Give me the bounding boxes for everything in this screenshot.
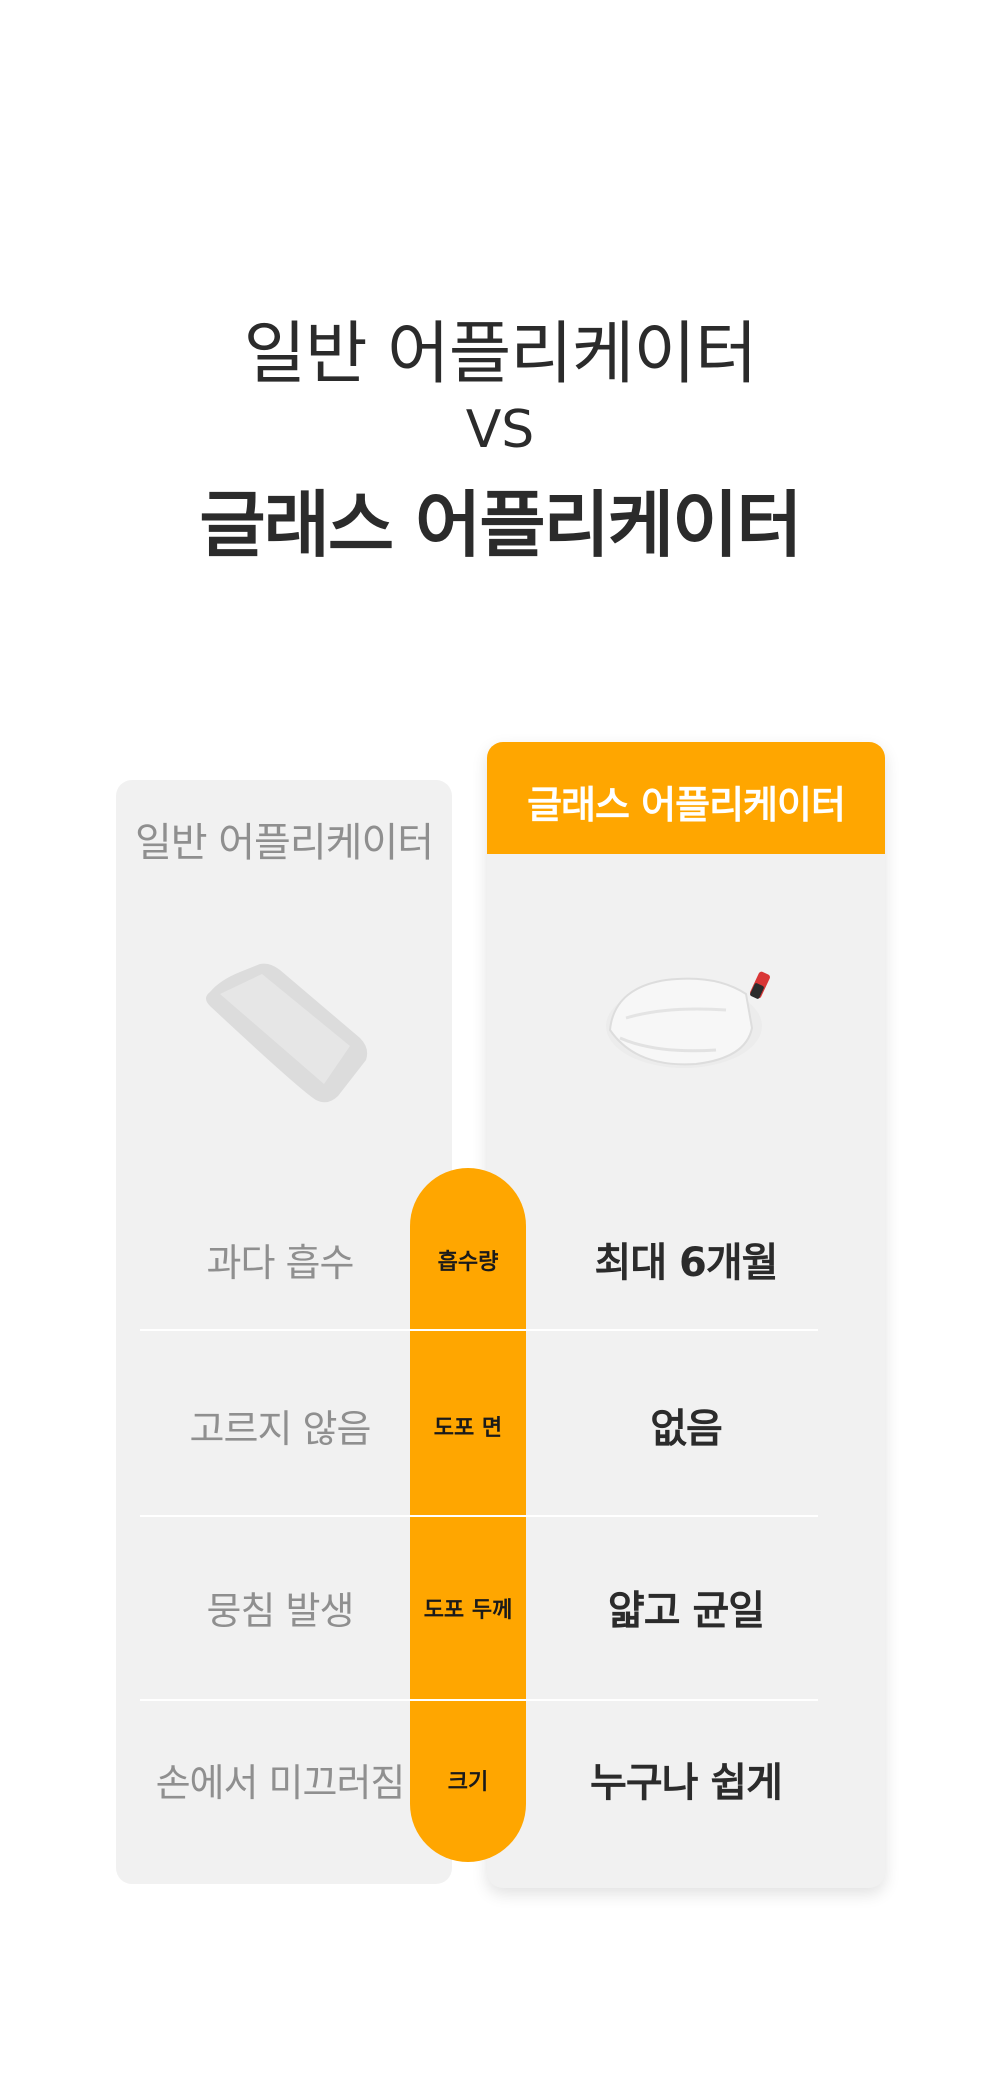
glass-applicator-card xyxy=(487,742,885,1888)
heading-line1: 일반 어플리케이터 xyxy=(243,315,757,394)
regular-thickness-value: 뭉침 발생 xyxy=(206,1589,355,1633)
regular-applicator-title: 일반 어플리케이터 xyxy=(134,820,434,866)
regular-surface-value: 고르지 않음 xyxy=(189,1407,372,1451)
criteria-label-absorption: 흡수량 xyxy=(437,1250,499,1275)
row-divider xyxy=(140,1515,818,1517)
glass-size-value: 누구나 쉽게 xyxy=(590,1760,783,1806)
row-divider xyxy=(140,1329,818,1331)
heading-line3: 글래스 어플리케이터 xyxy=(199,483,802,567)
microfiber-mitt-image xyxy=(606,971,770,1068)
heading-vs: VS xyxy=(465,400,535,460)
regular-absorption-value: 과다 흡수 xyxy=(206,1241,355,1285)
sponge-pad-image xyxy=(206,963,368,1103)
criteria-label-size: 크기 xyxy=(447,1770,489,1795)
criteria-label-surface: 도포 면 xyxy=(433,1416,503,1441)
glass-surface-value: 없음 xyxy=(650,1406,723,1452)
regular-size-value: 손에서 미끄러짐 xyxy=(155,1761,406,1805)
row-divider xyxy=(140,1699,818,1701)
regular-applicator-card xyxy=(116,780,452,1884)
glass-thickness-value: 얇고 균일 xyxy=(607,1588,765,1634)
criteria-label-thickness: 도포 두께 xyxy=(423,1598,513,1623)
glass-applicator-title: 글래스 어플리케이터 xyxy=(527,783,846,827)
glass-absorption-value: 최대 6개월 xyxy=(594,1240,779,1286)
